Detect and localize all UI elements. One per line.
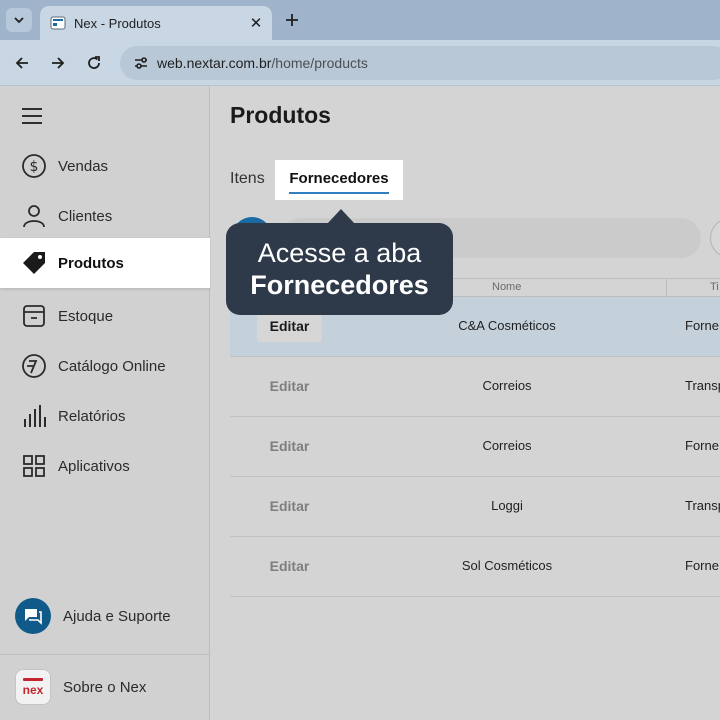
browser-tab-bar: Nex - Produtos ✕: [0, 0, 720, 40]
main-content: Produtos Itens Fornecedores Nome Ti Edit…: [211, 86, 720, 720]
cell-tipo: Forne: [685, 318, 719, 333]
edit-button[interactable]: Editar: [257, 370, 322, 402]
new-tab-button[interactable]: [280, 8, 304, 32]
sidebar-item-label: Catálogo Online: [58, 357, 166, 375]
table-row[interactable]: Editar Correios Transpo: [230, 357, 720, 417]
arrow-right-icon: [52, 57, 65, 69]
chat-icon: [15, 598, 51, 634]
cell-tipo: Forne: [685, 438, 719, 453]
cell-nome: Sol Cosméticos: [461, 558, 553, 573]
cell-tipo: Forne: [685, 558, 719, 573]
tab-search-button[interactable]: [6, 8, 32, 32]
column-header-tipo[interactable]: Ti: [710, 281, 719, 293]
close-icon[interactable]: ✕: [244, 11, 268, 35]
callout-line-2: Fornecedores: [250, 270, 429, 300]
callout-line-1: Acesse a aba: [257, 238, 422, 268]
browser-tab[interactable]: Nex - Produtos ✕: [40, 6, 272, 40]
tab-itens[interactable]: Itens: [230, 170, 265, 188]
svg-text:$: $: [30, 159, 39, 175]
catalog-icon: [20, 352, 48, 380]
suppliers-table: Nome Ti Editar C&A Cosméticos Forne Edit…: [230, 278, 720, 597]
sidebar-item-label: Clientes: [58, 207, 113, 225]
address-bar[interactable]: web.nextar.com.br/home/products: [120, 46, 720, 80]
edit-button[interactable]: Editar: [257, 550, 322, 582]
about-nex-button[interactable]: nex Sobre o Nex: [0, 655, 210, 719]
site-info-button[interactable]: [130, 52, 152, 74]
cell-tipo: Transpo: [685, 498, 720, 513]
person-icon: [20, 202, 48, 230]
plus-icon: [286, 14, 298, 26]
tutorial-callout: Acesse a aba Fornecedores: [226, 223, 453, 315]
browser-toolbar: web.nextar.com.br/home/products: [0, 40, 720, 86]
dollar-circle-icon: $: [20, 152, 48, 180]
reload-button[interactable]: [81, 50, 107, 76]
column-divider: [666, 279, 667, 297]
bar-chart-icon: [20, 402, 48, 430]
nex-logo: nex: [15, 669, 51, 705]
help-support-button[interactable]: Ajuda e Suporte: [0, 584, 210, 648]
table-row[interactable]: Editar Sol Cosméticos Forne: [230, 537, 720, 597]
sidebar-item-produtos[interactable]: Produtos: [0, 238, 210, 288]
sidebar-item-aplicativos[interactable]: Aplicativos: [0, 441, 210, 491]
chevron-down-icon: [14, 17, 24, 24]
tag-icon: [20, 249, 48, 277]
active-tab-indicator: [289, 192, 389, 194]
cell-nome: Correios: [482, 378, 532, 393]
nex-logo-text: nex: [22, 683, 44, 697]
table-row[interactable]: Editar Loggi Transpo: [230, 477, 720, 537]
about-nex-label: Sobre o Nex: [63, 678, 147, 696]
help-support-label: Ajuda e Suporte: [63, 607, 171, 625]
sidebar-item-clientes[interactable]: Clientes: [0, 191, 210, 241]
reload-icon: [88, 56, 100, 69]
tab-fornecedores-label: Fornecedores: [289, 169, 389, 187]
callout-arrow: [327, 209, 355, 224]
sidebar-item-label: Aplicativos: [58, 457, 130, 475]
cell-tipo: Transpo: [685, 378, 720, 393]
sidebar-item-catalogo-online[interactable]: Catálogo Online: [0, 341, 210, 391]
edit-button[interactable]: Editar: [257, 430, 322, 462]
url-host: web.nextar.com.br: [157, 55, 272, 71]
sidebar-item-estoque[interactable]: Estoque: [0, 291, 210, 341]
box-icon: [20, 302, 48, 330]
back-button[interactable]: [9, 50, 35, 76]
sidebar-item-relatorios[interactable]: Relatórios: [0, 391, 210, 441]
cell-nome: C&A Cosméticos: [458, 318, 556, 333]
menu-icon[interactable]: [22, 108, 46, 126]
sidebar: $ Vendas Clientes Produtos Estoque Catál…: [0, 86, 210, 720]
sidebar-item-label: Vendas: [58, 157, 109, 175]
arrow-left-icon: [15, 57, 28, 69]
column-header-nome[interactable]: Nome: [492, 281, 521, 293]
browser-tab-title: Nex - Produtos: [74, 15, 161, 31]
cell-nome: Correios: [482, 438, 532, 453]
nex-favicon-icon: [50, 16, 66, 30]
tab-fornecedores[interactable]: Fornecedores: [275, 160, 403, 200]
sidebar-item-label: Estoque: [58, 307, 114, 325]
sidebar-item-vendas[interactable]: $ Vendas: [0, 141, 210, 191]
cell-nome: Loggi: [491, 498, 523, 513]
page-title: Produtos: [230, 102, 331, 128]
table-row[interactable]: Editar Correios Forne: [230, 417, 720, 477]
forward-button[interactable]: [45, 50, 71, 76]
edit-button[interactable]: Editar: [257, 490, 322, 522]
filter-button[interactable]: [710, 218, 720, 258]
grid-icon: [20, 452, 48, 480]
sidebar-item-label: Relatórios: [58, 407, 126, 425]
tune-icon: [135, 57, 147, 69]
sidebar-item-label: Produtos: [58, 254, 124, 272]
url-path: /home/products: [271, 55, 368, 71]
url-text: web.nextar.com.br/home/products: [157, 55, 368, 71]
